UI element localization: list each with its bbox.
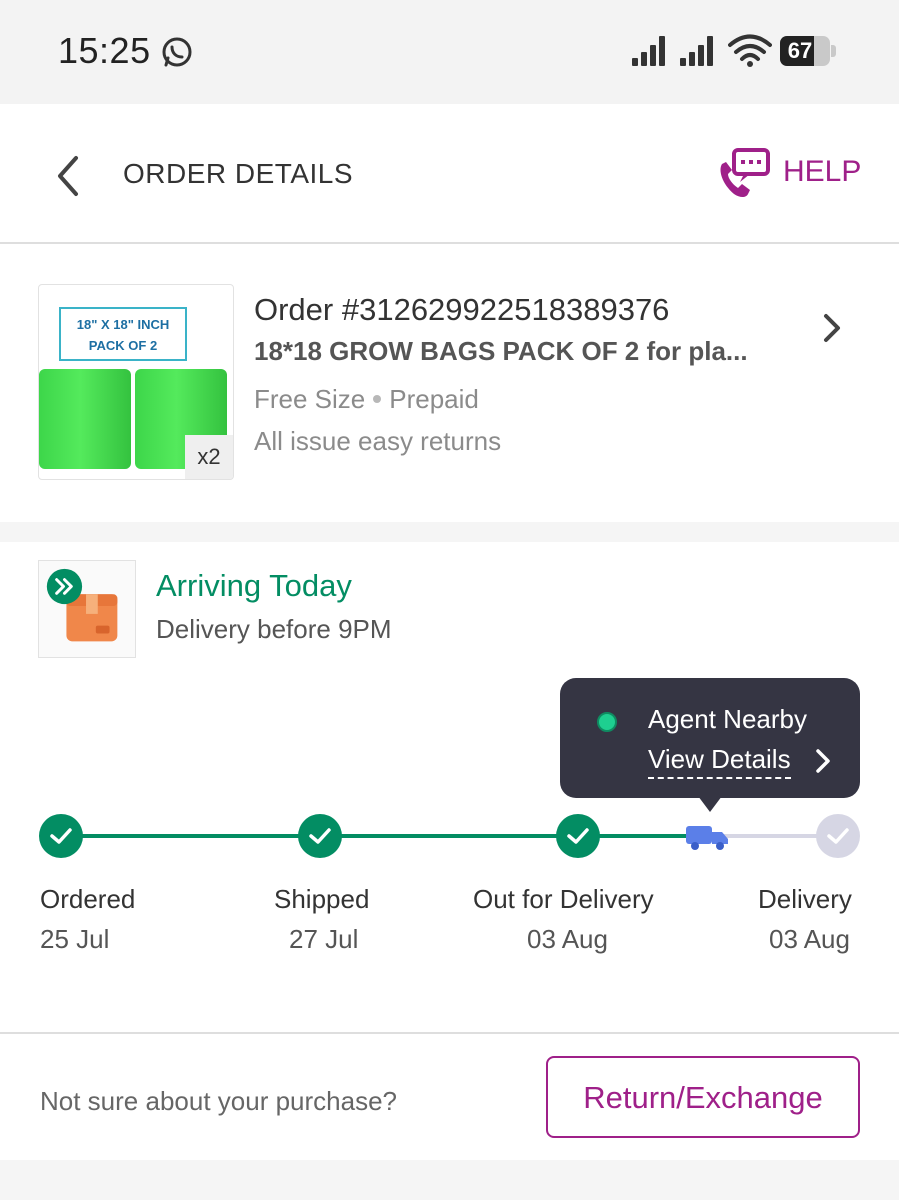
- returns-note: All issue easy returns: [254, 426, 502, 456]
- chevron-right-icon: [816, 749, 830, 773]
- delivery-package-icon: [38, 560, 136, 658]
- step-label-delivery: Delivery: [758, 884, 852, 914]
- battery-indicator: 67: [780, 36, 836, 66]
- product-image: 18" X 18" INCH PACK OF 2 x2: [38, 284, 234, 480]
- purchase-prompt: Not sure about your purchase?: [40, 1086, 397, 1116]
- return-exchange-bar: Not sure about your purchase? Return/Exc…: [0, 1034, 899, 1160]
- product-meta: Free Size Prepaid: [254, 384, 479, 415]
- help-label: HELP: [783, 155, 862, 188]
- delivery-status-title: Arriving Today: [156, 568, 352, 603]
- step-date-out-for-delivery: 03 Aug: [527, 924, 608, 954]
- product-size: Free Size: [254, 384, 366, 414]
- battery-percent: 67: [787, 38, 813, 63]
- section-divider: [0, 522, 899, 542]
- payment-method: Prepaid: [389, 384, 479, 414]
- step-label-shipped: Shipped: [274, 884, 370, 914]
- step-label-ordered: Ordered: [40, 884, 136, 914]
- separator-dot: [373, 395, 382, 404]
- delivery-truck-icon: [686, 826, 728, 850]
- support-chat-phone-icon: [720, 148, 770, 197]
- product-name: 18*18 GROW BAGS PACK OF 2 for pla...: [254, 336, 748, 366]
- bottom-divider: [0, 1160, 899, 1200]
- step-label-out-for-delivery: Out for Delivery: [473, 884, 654, 914]
- agent-status-dot: [597, 712, 617, 732]
- delivery-progress-tracker: [0, 812, 899, 872]
- step-delivery-check-icon: [816, 814, 860, 858]
- app-header: ORDER DETAILS HELP: [0, 104, 899, 244]
- signal-icon-sim1: [632, 36, 665, 66]
- help-button[interactable]: HELP: [716, 146, 866, 202]
- delivery-tracking-section: Arriving Today Delivery before 9PM Agent…: [0, 542, 899, 1034]
- step-ordered-check-icon: [39, 814, 83, 858]
- view-details-link[interactable]: View Details: [648, 744, 791, 779]
- progress-line-completed: [60, 834, 706, 838]
- grow-bag-illustration: [39, 369, 131, 469]
- whatsapp-icon: [162, 37, 192, 67]
- step-date-ordered: 25 Jul: [40, 924, 110, 954]
- step-date-shipped: 27 Jul: [289, 924, 359, 954]
- agent-nearby-tooltip[interactable]: Agent Nearby View Details: [560, 678, 860, 812]
- order-number: Order #312629922518389376: [254, 292, 670, 327]
- product-image-caption-line1: 18" X 18" INCH: [76, 317, 170, 332]
- step-out-for-delivery-check-icon: [556, 814, 600, 858]
- status-bar: 15:25 67: [0, 0, 899, 104]
- order-summary-card[interactable]: 18" X 18" INCH PACK OF 2 x2 Order #31262…: [0, 246, 899, 522]
- quantity-badge: x2: [185, 435, 233, 479]
- wifi-icon: [728, 34, 772, 67]
- status-time: 15:25: [58, 30, 151, 71]
- delivery-status-subtitle: Delivery before 9PM: [156, 614, 392, 644]
- page-title: ORDER DETAILS: [123, 158, 354, 189]
- product-image-caption-line2: PACK OF 2: [88, 338, 158, 353]
- step-date-delivery: 03 Aug: [769, 924, 850, 954]
- return-exchange-button[interactable]: Return/Exchange: [546, 1056, 860, 1138]
- signal-icon-sim2: [680, 36, 713, 66]
- agent-nearby-label: Agent Nearby: [648, 704, 807, 734]
- chevron-right-icon[interactable]: [818, 310, 846, 346]
- back-arrow-icon[interactable]: [48, 152, 88, 200]
- step-shipped-check-icon: [298, 814, 342, 858]
